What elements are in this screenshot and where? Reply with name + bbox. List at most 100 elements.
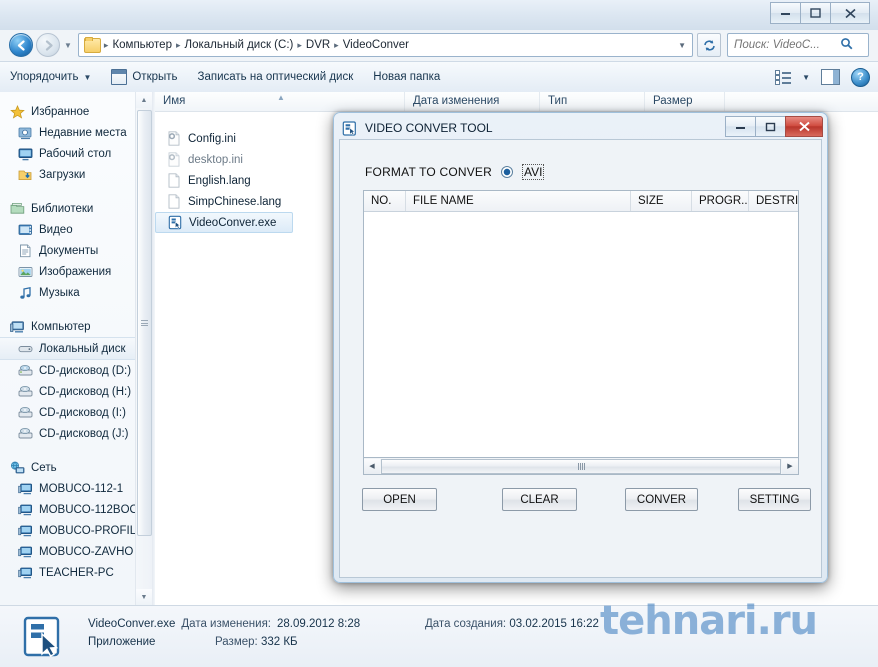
sidebar-item-mobuco-profil[interactable]: MOBUCO-PROFIL <box>0 520 152 541</box>
sidebar-item-local-disk[interactable]: Локальный диск <box>0 337 152 360</box>
sidebar-item-downloads[interactable]: Загрузки <box>0 164 152 185</box>
organize-label: Упорядочить <box>10 71 79 83</box>
scroll-up-arrow-icon[interactable]: ▲ <box>136 92 152 108</box>
sidebar-item-documents[interactable]: Документы <box>0 240 152 261</box>
sidebar-item-teacher-pc[interactable]: TEACHER-PC <box>0 562 152 583</box>
sidebar-item-mobuco-112-1[interactable]: MOBUCO-112-1 <box>0 478 152 499</box>
sidebar-item-mobuco-112boo[interactable]: MOBUCO-112BOO <box>0 499 152 520</box>
nav-group-computer[interactable]: Компьютер <box>0 316 152 337</box>
app-exe-icon <box>168 215 183 231</box>
nav-group-favorites[interactable]: Избранное <box>0 101 152 122</box>
search-input[interactable] <box>732 38 840 52</box>
breadcrumb-item-0[interactable]: Компьютер <box>109 39 175 51</box>
format-label: FORMAT TO CONVER <box>365 165 492 179</box>
format-avi-radio[interactable] <box>501 166 513 178</box>
view-chevron-down-icon[interactable]: ▼ <box>802 73 810 82</box>
screen: ▼ ▸ Компьютер ▸ Локальный диск (C:) ▸ DV… <box>0 0 878 667</box>
scroll-left-arrow-icon[interactable]: ◀ <box>364 458 380 474</box>
sidebar-item-video[interactable]: Видео <box>0 219 152 240</box>
address-dropdown-button[interactable]: ▼ <box>678 41 690 50</box>
burn-button[interactable]: Записать на оптический диск <box>188 67 364 87</box>
format-avi-label[interactable]: AVI <box>522 164 545 180</box>
address-bar: ▼ ▸ Компьютер ▸ Локальный диск (C:) ▸ DV… <box>0 30 878 60</box>
open-button[interactable]: Открыть <box>101 65 187 89</box>
nav-label: CD-дисковод (H:) <box>39 385 132 398</box>
preview-pane-icon[interactable] <box>821 69 840 85</box>
sidebar-item-music[interactable]: Музыка <box>0 282 152 303</box>
column-header-progress[interactable]: PROGR... <box>692 191 749 211</box>
status-size-label: Размер: <box>215 636 258 648</box>
column-header-size[interactable]: Размер <box>645 92 725 111</box>
table-row[interactable]: VideoConver.exe <box>155 212 293 233</box>
column-header-file-name[interactable]: FILE NAME <box>406 191 631 211</box>
dialog-buttons: OPEN CLEAR CONVER SETTING <box>340 488 823 518</box>
column-header-modified[interactable]: Дата изменения <box>405 92 540 111</box>
sidebar-item-cd-drive-j[interactable]: CD-дисковод (J:) <box>0 423 152 444</box>
nav-label: MOBUCO-112-1 <box>39 482 124 495</box>
breadcrumb-item-1[interactable]: Локальный диск (C:) <box>182 39 297 51</box>
scroll-down-arrow-icon[interactable]: ▼ <box>136 589 152 605</box>
nav-label: Рабочий стол <box>39 147 112 160</box>
conversion-list-hscrollbar[interactable]: ◀ ▶ <box>363 458 799 475</box>
sidebar-item-pictures[interactable]: Изображения <box>0 261 152 282</box>
dialog-minimize-button[interactable] <box>725 116 755 137</box>
ini-file-icon <box>167 151 182 168</box>
pictures-icon <box>18 265 34 279</box>
maximize-button[interactable] <box>800 2 830 24</box>
nav-group-network[interactable]: Сеть <box>0 457 152 478</box>
sidebar-item-mobuco-zavho[interactable]: MOBUCO-ZAVHO <box>0 541 152 562</box>
setting-button[interactable]: SETTING <box>738 488 811 511</box>
navigation-scrollbar[interactable]: ▲ ▼ <box>135 92 152 605</box>
computer-node-icon <box>18 482 34 496</box>
hscrollbar-thumb[interactable] <box>381 458 781 474</box>
forward-button[interactable] <box>36 33 60 57</box>
nav-label: Сеть <box>31 461 57 474</box>
conversion-list[interactable]: NO. FILE NAME SIZE PROGR... DESTRIBE <box>363 190 799 458</box>
help-icon[interactable]: ? <box>851 67 870 87</box>
breadcrumb-item-2[interactable]: DVR <box>303 39 333 51</box>
nav-label: Компьютер <box>31 320 91 333</box>
close-icon <box>844 8 856 18</box>
nav-label: MOBUCO-112BOO <box>39 503 139 516</box>
dialog-window-controls <box>725 116 823 137</box>
computer-icon <box>10 320 26 334</box>
column-header-destribe[interactable]: DESTRIBE <box>749 191 798 211</box>
scrollbar-thumb[interactable] <box>137 110 152 536</box>
column-header-size[interactable]: SIZE <box>631 191 692 211</box>
refresh-button[interactable] <box>697 33 721 57</box>
breadcrumb[interactable]: ▸ Компьютер ▸ Локальный диск (C:) ▸ DVR … <box>77 33 693 57</box>
back-button[interactable] <box>9 33 33 57</box>
nav-label: Недавние места <box>39 126 127 139</box>
dialog-maximize-button[interactable] <box>755 116 785 137</box>
dialog-titlebar[interactable]: VIDEO CONVER TOOL <box>338 116 823 139</box>
conver-button[interactable]: CONVER <box>625 488 698 511</box>
sidebar-item-cd-drive-d[interactable]: CD-дисковод (D:) <box>0 360 152 381</box>
folder-icon <box>83 36 101 53</box>
search-box[interactable] <box>727 33 869 57</box>
breadcrumb-item-3[interactable]: VideoConver <box>340 39 412 51</box>
history-dropdown-button[interactable]: ▼ <box>64 41 72 50</box>
column-header-type[interactable]: Тип <box>540 92 645 111</box>
dialog-title: VIDEO CONVER TOOL <box>365 121 493 135</box>
computer-node-icon <box>18 524 34 538</box>
star-icon <box>10 104 26 119</box>
dialog-close-button[interactable] <box>785 116 823 137</box>
sidebar-item-cd-drive-h[interactable]: CD-дисковод (H:) <box>0 381 152 402</box>
column-header-no[interactable]: NO. <box>364 191 406 211</box>
harddisk-icon <box>18 342 34 356</box>
sidebar-item-cd-drive-i[interactable]: CD-дисковод (I:) <box>0 402 152 423</box>
nav-label: Изображения <box>39 265 112 278</box>
clear-button[interactable]: CLEAR <box>502 488 577 511</box>
organize-button[interactable]: Упорядочить ▼ <box>0 67 101 87</box>
sidebar-item-recent-places[interactable]: Недавние места <box>0 122 152 143</box>
scroll-right-arrow-icon[interactable]: ▶ <box>782 458 798 474</box>
close-button[interactable] <box>830 2 870 24</box>
new-folder-button[interactable]: Новая папка <box>363 67 450 87</box>
minimize-button[interactable] <box>770 2 800 24</box>
open-button[interactable]: OPEN <box>362 488 437 511</box>
change-view-icon[interactable] <box>775 70 792 85</box>
sidebar-item-desktop[interactable]: Рабочий стол <box>0 143 152 164</box>
libraries-icon <box>10 202 26 216</box>
nav-group-libraries[interactable]: Библиотеки <box>0 198 152 219</box>
